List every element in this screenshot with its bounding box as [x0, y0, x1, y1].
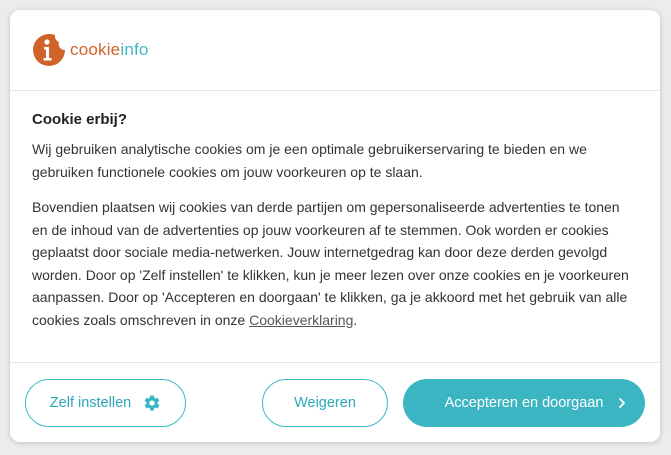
refuse-label: Weigeren	[294, 395, 356, 411]
accept-label: Accepteren en doorgaan	[444, 395, 604, 411]
dialog-content: Cookie erbij? Wij gebruiken analytische …	[10, 91, 660, 331]
chevron-right-icon	[619, 398, 625, 408]
details-paragraph: Bovendien plaatsen wij cookies van derde…	[32, 196, 638, 331]
self-settings-button[interactable]: Zelf instellen	[25, 379, 186, 427]
cookieinfo-logo-icon	[33, 33, 65, 66]
refuse-button[interactable]: Weigeren	[262, 379, 388, 427]
intro-paragraph: Wij gebruiken analytische cookies om je …	[32, 141, 587, 180]
cookie-consent-dialog: cookieinfo Cookie erbij? Wij gebruiken a…	[10, 10, 660, 442]
dialog-title: Cookie erbij?	[32, 111, 128, 128]
footer-divider	[10, 362, 660, 363]
cookieinfo-logo: cookieinfo	[32, 33, 149, 67]
details-paragraph-end: .	[353, 311, 358, 328]
details-paragraph-text: Bovendien plaatsen wij cookies van derde…	[32, 199, 629, 328]
accept-button[interactable]: Accepteren en doorgaan	[403, 379, 645, 427]
logo-text: cookieinfo	[70, 40, 149, 60]
self-settings-label: Zelf instellen	[49, 395, 132, 411]
gear-icon	[144, 395, 160, 411]
cookie-statement-link[interactable]: Cookieverklaring	[249, 312, 353, 328]
dialog-header: cookieinfo	[10, 10, 660, 91]
logo-text-cookie: cookie	[70, 40, 121, 59]
logo-text-info: info	[120, 40, 149, 59]
